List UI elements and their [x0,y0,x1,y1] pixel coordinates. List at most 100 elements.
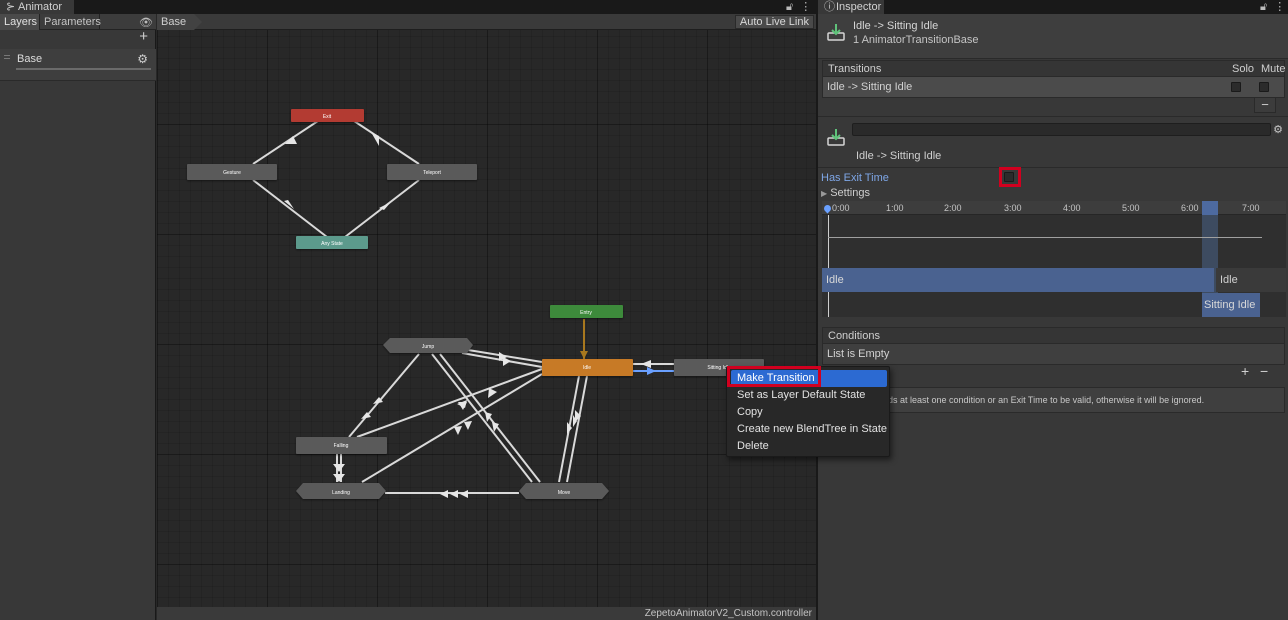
transitions-header: Transitions Solo Mute [823,61,1286,77]
divider [818,167,1288,168]
tab-layers[interactable]: Layers [0,14,40,30]
timeline-tick: 7:00 [1242,203,1260,213]
state-move[interactable]: Move [519,483,609,499]
state-any-state-label: Any State [321,241,343,247]
animator-tab-strip [0,0,816,14]
timeline-tick: 2:00 [944,203,962,213]
mute-checkbox[interactable] [1259,82,1269,92]
gear-icon[interactable]: ⚙ [137,52,148,66]
timeline-tick: 6:00 [1181,203,1199,213]
layer-weight-bar [16,68,151,70]
transition-timeline[interactable]: 0:00 1:00 2:00 3:00 4:00 5:00 6:00 7:00 … [822,201,1286,317]
highlight-box [727,366,821,387]
menu-item-copy[interactable]: Copy [731,404,887,421]
info-icon: ⓘ [824,1,835,13]
state-falling[interactable]: Falling [296,437,387,454]
auto-live-link-button[interactable]: Auto Live Link [734,15,814,29]
gear-icon[interactable]: ⚙ [1273,123,1283,136]
state-gesture[interactable]: Gesture [187,164,277,180]
solo-checkbox[interactable] [1231,82,1241,92]
timeline-target-clip[interactable]: Sitting Idle [1202,293,1260,317]
settings-label: Settings [830,187,870,199]
entry-arrow-head [580,351,588,359]
state-landing[interactable]: Landing [296,483,386,499]
state-move-label: Move [558,490,570,496]
add-condition-button[interactable]: + [1241,363,1249,379]
timeline-tick: 5:00 [1122,203,1140,213]
playhead-marker[interactable] [822,203,833,214]
transition-icon [827,24,845,41]
inspector-title: Idle -> Sitting Idle [853,20,939,32]
solo-header: Solo [1232,63,1255,75]
transition-teleport-exit[interactable] [344,114,420,165]
conditions-list: Conditions List is Empty [822,327,1285,365]
status-bar: ZepetoAnimatorV2_Custom.controller [157,607,816,620]
transition-any-gesture[interactable] [252,179,328,238]
drag-handle-icon[interactable] [4,55,10,59]
layer-row-base[interactable]: Base ⚙ [0,49,156,81]
state-any-state[interactable]: Any State [296,236,368,249]
layers-panel: Layers Parameters 👁︎ + Base ⚙ [0,14,156,620]
timeline-source-clip[interactable]: Idle [822,268,1214,292]
conditions-header: Conditions [823,328,1284,344]
state-jump[interactable]: Jump [383,338,473,353]
has-exit-time-checkbox[interactable] [1004,172,1014,182]
animator-window-title: Animator [18,1,63,13]
animator-window-tab[interactable]: ⊱ Animator [0,0,74,14]
transition-row-label: Idle -> Sitting Idle [827,81,913,93]
transition-label: Idle -> Sitting Idle [856,150,942,162]
state-machine-graph[interactable]: Base Auto Live Link Exit Gesture Telepor… [157,14,816,620]
layers-parameters-tabs: Layers Parameters 👁︎ [0,14,156,30]
animator-window: ⊱ Animator 🔓︎ ⋮ Layers Parameters 👁︎ + Ba… [0,0,816,620]
more-options-icon[interactable]: ⋮ [1274,1,1285,13]
transition-jump-move[interactable] [431,353,533,483]
animator-icon: ⊱ [6,1,16,13]
more-options-icon[interactable]: ⋮ [800,1,811,13]
conditions-empty: List is Empty [823,344,1284,364]
state-nodes: Exit Gesture Teleport Any State Entry Ju… [187,109,764,499]
inspector-header: Idle -> Sitting Idle 1 AnimatorTransitio… [818,14,1288,59]
lock-icon[interactable]: 🔓︎ [786,1,793,13]
transitions-list: Transitions Solo Mute Idle -> Sitting Id… [822,60,1285,98]
state-teleport[interactable]: Teleport [387,164,477,180]
breadcrumb-bar: Base Auto Live Link [157,14,816,30]
state-exit[interactable]: Exit [291,109,364,122]
transition-range-handle[interactable] [1202,201,1218,215]
state-jump-label: Jump [422,344,434,350]
state-idle[interactable]: Idle [542,359,633,376]
menu-item-delete[interactable]: Delete [731,438,887,455]
state-gesture-label: Gesture [223,170,241,176]
transition-jump-move-2[interactable] [439,353,541,483]
transition-jump-falling[interactable] [348,353,420,438]
inspector-window-tab[interactable]: ⓘInspector [818,0,884,14]
state-exit-label: Exit [323,114,332,120]
tab-parameters[interactable]: Parameters [40,14,101,30]
timeline-source-clip-after[interactable]: Idle [1216,268,1286,292]
divider [818,116,1288,117]
transition-falling-idle[interactable] [356,368,543,438]
breadcrumb[interactable]: Base [157,14,203,30]
lock-icon[interactable]: 🔓︎ [1260,1,1267,13]
remove-condition-button[interactable]: − [1260,363,1268,379]
timeline-ruler: 0:00 1:00 2:00 3:00 4:00 5:00 6:00 7:00 [822,201,1286,215]
state-entry[interactable]: Entry [550,305,623,318]
has-exit-time-label: Has Exit Time [821,172,889,184]
state-idle-label: Idle [583,365,591,371]
mute-header: Mute [1261,63,1286,75]
inspector-subtitle: 1 AnimatorTransitionBase [853,34,979,46]
remove-transition-button[interactable]: − [1254,98,1276,113]
transition-name-field[interactable] [852,123,1271,136]
inspector-tab-strip [818,0,1288,14]
timeline-tick: 0:00 [832,203,850,213]
inspector-window-controls: 🔓︎ ⋮ [1260,0,1285,14]
layer-name: Base [17,53,43,65]
timeline-tick: 3:00 [1004,203,1022,213]
timeline-curve [828,237,1262,238]
settings-foldout[interactable]: ▶ Settings [821,187,870,199]
playhead-line [828,215,829,317]
menu-item-create-blendtree[interactable]: Create new BlendTree in State [731,421,887,438]
add-layer-button[interactable]: + [139,29,148,45]
warning-text: eeds at least one condition or an Exit T… [878,395,1205,405]
transition-row[interactable]: Idle -> Sitting Idle [823,77,1284,97]
menu-item-set-default-state[interactable]: Set as Layer Default State [731,387,887,404]
